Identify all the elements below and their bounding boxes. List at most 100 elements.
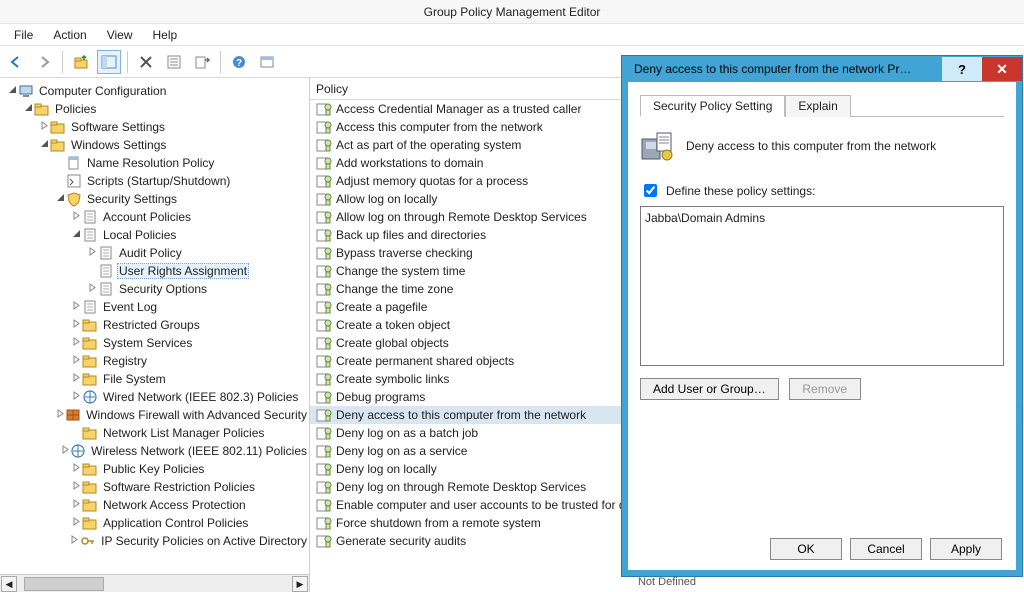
expander-icon[interactable] xyxy=(6,85,18,97)
tree-label: Wired Network (IEEE 802.3) Policies xyxy=(101,390,300,404)
expander-icon[interactable] xyxy=(60,445,70,457)
column-policy[interactable]: Policy xyxy=(316,82,348,96)
tree-item-scripts[interactable]: Scripts (Startup/Shutdown) xyxy=(0,172,309,190)
tree-item-windows-settings[interactable]: Windows Settings xyxy=(0,136,309,154)
cancel-button[interactable]: Cancel xyxy=(850,538,922,560)
tab-security-policy-setting[interactable]: Security Policy Setting xyxy=(640,95,785,117)
properties-dialog: Deny access to this computer from the ne… xyxy=(622,56,1022,576)
expander-icon[interactable] xyxy=(86,247,98,259)
tab-explain[interactable]: Explain xyxy=(785,95,850,117)
tree-item-file-system[interactable]: File System xyxy=(0,370,309,388)
delete-button[interactable] xyxy=(134,50,158,74)
tree-item-local-policies[interactable]: Local Policies xyxy=(0,226,309,244)
tree-item-name-resolution-policy[interactable]: Name Resolution Policy xyxy=(0,154,309,172)
tree-icon xyxy=(65,407,81,423)
help-button[interactable]: ? xyxy=(227,50,251,74)
tree-item-application-control-policies[interactable]: Application Control Policies xyxy=(0,514,309,532)
add-user-or-group-button[interactable]: Add User or Group… xyxy=(640,378,779,400)
ok-button[interactable]: OK xyxy=(770,538,842,560)
tree-label: Software Settings xyxy=(69,120,167,134)
tree-body[interactable]: Computer ConfigurationPolicies Software S… xyxy=(0,78,309,574)
expander-icon[interactable] xyxy=(70,355,82,367)
nav-forward-button[interactable] xyxy=(32,50,56,74)
tree-label: File System xyxy=(101,372,168,386)
tree-item-security-settings[interactable]: Security Settings xyxy=(0,190,309,208)
tree-item-user-rights-assignment[interactable]: User Rights Assignment xyxy=(0,262,309,280)
list-label: Add workstations to domain xyxy=(336,156,483,170)
tree-item-account-policies[interactable]: Account Policies xyxy=(0,208,309,226)
tree-item-wireless-network[interactable]: Wireless Network (IEEE 802.11) Policies xyxy=(0,442,309,460)
dialog-title-bar[interactable]: Deny access to this computer from the ne… xyxy=(622,56,1022,82)
define-policy-label: Define these policy settings: xyxy=(666,184,815,198)
tree-item-restricted-groups[interactable]: Restricted Groups xyxy=(0,316,309,334)
tree-icon xyxy=(82,515,98,531)
tree-item-computer-configuration[interactable]: Computer Configuration xyxy=(0,82,309,100)
apply-button[interactable]: Apply xyxy=(930,538,1002,560)
menu-action[interactable]: Action xyxy=(43,24,96,46)
menu-view[interactable]: View xyxy=(97,24,143,46)
scroll-left-arrow[interactable]: ◀ xyxy=(1,576,17,592)
list-label: Create a pagefile xyxy=(336,300,427,314)
users-groups-listbox[interactable]: Jabba\Domain Admins xyxy=(640,206,1004,366)
remove-button[interactable]: Remove xyxy=(789,378,861,400)
tree-icon xyxy=(98,263,114,279)
tree-item-network-access-protection[interactable]: Network Access Protection xyxy=(0,496,309,514)
expander-icon[interactable] xyxy=(70,517,82,529)
expander-icon[interactable] xyxy=(70,373,82,385)
scroll-thumb[interactable] xyxy=(24,577,104,591)
filter-button[interactable] xyxy=(255,50,279,74)
user-right-icon xyxy=(316,533,332,549)
expander-icon[interactable] xyxy=(70,481,82,493)
show-hide-tree-button[interactable] xyxy=(97,50,121,74)
list-label: Force shutdown from a remote system xyxy=(336,516,541,530)
expander-icon[interactable] xyxy=(70,337,82,349)
user-right-icon xyxy=(316,317,332,333)
expander-icon[interactable] xyxy=(38,121,50,133)
tree-label: Windows Firewall with Advanced Security xyxy=(84,408,309,422)
tree-item-wired-network[interactable]: Wired Network (IEEE 802.3) Policies xyxy=(0,388,309,406)
tree-item-software-restriction-policies[interactable]: Software Restriction Policies xyxy=(0,478,309,496)
tree-item-windows-firewall[interactable]: Windows Firewall with Advanced Security xyxy=(0,406,309,424)
expander-icon[interactable] xyxy=(70,319,82,331)
dialog-help-button[interactable]: ? xyxy=(942,57,982,81)
tree-item-software-settings[interactable]: Software Settings xyxy=(0,118,309,136)
nav-back-button[interactable] xyxy=(4,50,28,74)
up-one-level-button[interactable] xyxy=(69,50,93,74)
expander-icon[interactable] xyxy=(70,301,82,313)
listbox-entry[interactable]: Jabba\Domain Admins xyxy=(645,211,999,225)
expander-icon[interactable] xyxy=(54,193,66,205)
user-right-icon xyxy=(316,209,332,225)
dialog-close-button[interactable]: ✕ xyxy=(982,57,1022,81)
tree-item-ip-security-policies[interactable]: IP Security Policies on Active Directory xyxy=(0,532,309,550)
expander-icon[interactable] xyxy=(70,391,82,403)
expander-icon[interactable] xyxy=(22,103,34,115)
user-right-icon xyxy=(316,407,332,423)
tree-item-public-key-policies[interactable]: Public Key Policies xyxy=(0,460,309,478)
menu-file[interactable]: File xyxy=(4,24,43,46)
expander-icon[interactable] xyxy=(68,535,80,547)
tree-item-security-options[interactable]: Security Options xyxy=(0,280,309,298)
scroll-right-arrow[interactable]: ▶ xyxy=(292,576,308,592)
tree-icon xyxy=(70,443,86,459)
svg-text:?: ? xyxy=(236,58,242,69)
tree-icon xyxy=(82,497,98,513)
tree-item-policies[interactable]: Policies xyxy=(0,100,309,118)
tree-item-system-services[interactable]: System Services xyxy=(0,334,309,352)
user-right-icon xyxy=(316,515,332,531)
menu-help[interactable]: Help xyxy=(143,24,188,46)
expander-icon[interactable] xyxy=(70,211,82,223)
expander-icon[interactable] xyxy=(70,463,82,475)
tree-horizontal-scrollbar[interactable]: ◀ ▶ xyxy=(0,574,309,592)
export-list-button[interactable] xyxy=(190,50,214,74)
expander-icon[interactable] xyxy=(70,229,82,241)
tree-item-audit-policy[interactable]: Audit Policy xyxy=(0,244,309,262)
tree-item-network-list-manager[interactable]: Network List Manager Policies xyxy=(0,424,309,442)
properties-button[interactable] xyxy=(162,50,186,74)
expander-icon[interactable] xyxy=(70,499,82,511)
expander-icon[interactable] xyxy=(86,283,98,295)
tree-item-registry[interactable]: Registry xyxy=(0,352,309,370)
expander-icon[interactable] xyxy=(56,409,66,421)
define-policy-checkbox[interactable] xyxy=(644,184,657,197)
expander-icon[interactable] xyxy=(38,139,50,151)
tree-item-event-log[interactable]: Event Log xyxy=(0,298,309,316)
